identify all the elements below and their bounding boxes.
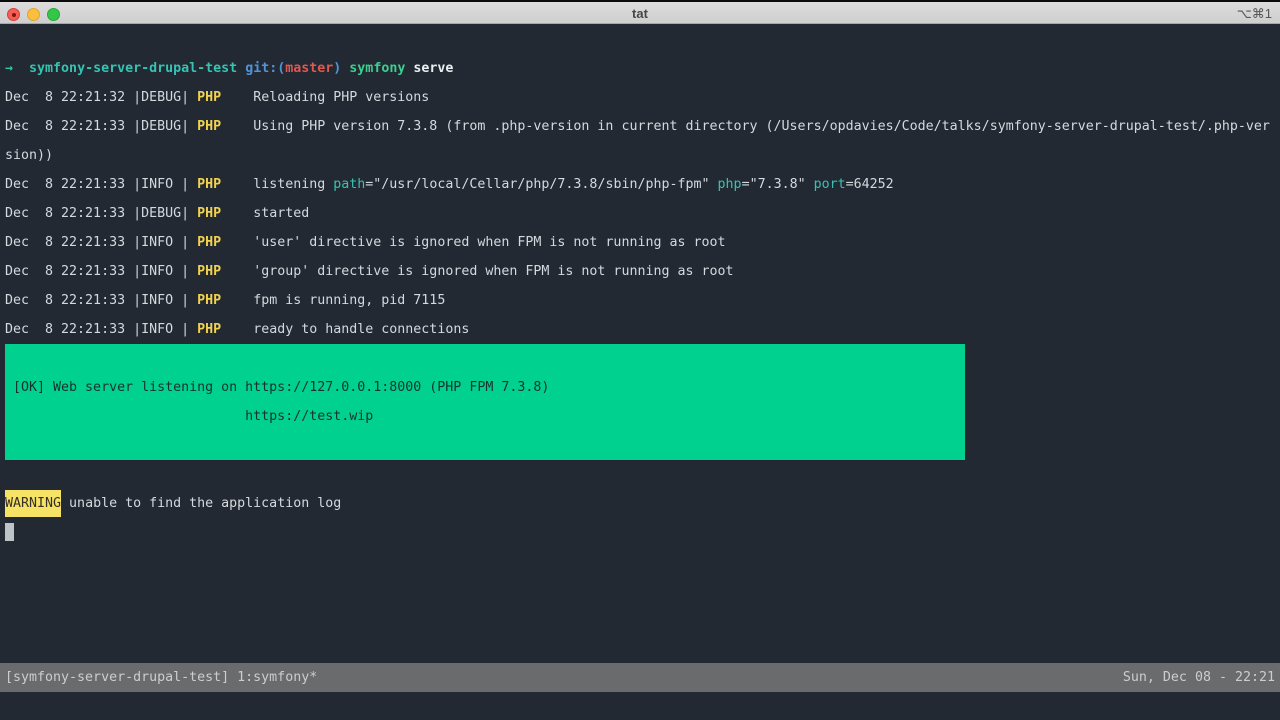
terminal-text-segment: 'user' directive is ignored when FPM is … [221,235,725,250]
tmux-status-bar: [symfony-server-drupal-test] 1:symfony* … [0,663,1280,692]
terminal-text-segment: Dec 8 22:21:33 |INFO | [5,177,197,192]
terminal-text-segment: symfony-server-drupal-test [29,61,237,76]
terminal-text-segment: PHP [197,293,221,308]
terminal-text-segment: Dec 8 22:21:33 |DEBUG| [5,119,197,134]
terminal-text-segment: Dec 8 22:21:33 |INFO | [5,235,197,250]
terminal-text-segment: PHP [197,264,221,279]
success-message-line [5,431,965,460]
terminal-text-segment: ready to handle connections [221,322,469,337]
terminal-line: Dec 8 22:21:33 |INFO | PHP listening pat… [5,170,1280,199]
terminal-line: Dec 8 22:21:33 |INFO | PHP ready to hand… [5,315,1280,344]
terminal-window: tat ⌥⌘1 → symfony-server-drupal-test git… [0,0,1280,720]
tmux-session-info: [symfony-server-drupal-test] 1:symfony* [0,663,317,692]
terminal-text-segment: Dec 8 22:21:33 |INFO | [5,322,197,337]
terminal-text-segment: PHP [197,177,221,192]
terminal-text-segment: ="7.3.8" [742,177,814,192]
terminal-text-segment: sion)) [5,148,53,163]
terminal-rows: → symfony-server-drupal-test git:(master… [5,54,1280,547]
terminal-text-segment: PHP [197,206,221,221]
terminal-line: Dec 8 22:21:33 |INFO | PHP 'user' direct… [5,228,1280,257]
terminal-text-segment: git:( [245,61,285,76]
terminal-line: → symfony-server-drupal-test git:(master… [5,54,1280,83]
terminal-text-segment: → [5,61,13,76]
terminal-text-segment: Dec 8 22:21:33 |INFO | [5,264,197,279]
terminal-text-segment: PHP [197,119,221,134]
warning-text: unable to find the application log [61,496,341,511]
terminal-text-segment: Dec 8 22:21:33 |INFO | [5,293,197,308]
success-message-line: [OK] Web server listening on https://127… [5,373,965,402]
terminal-line: Dec 8 22:21:32 |DEBUG| PHP Reloading PHP… [5,83,1280,112]
success-message-line [5,344,965,373]
terminal-text-segment: Dec 8 22:21:32 |DEBUG| [5,90,197,105]
terminal-text-segment: ="/usr/local/Cellar/php/7.3.8/sbin/php-f… [365,177,717,192]
terminal-cursor [5,523,14,541]
terminal-text-segment: started [221,206,309,221]
cursor-line [5,518,1280,547]
terminal-text-segment: PHP [197,235,221,250]
terminal-text-segment: PHP [197,90,221,105]
terminal-text-segment: fpm is running, pid 7115 [221,293,445,308]
terminal-text-segment [13,61,29,76]
terminal-text-segment: master [285,61,333,76]
success-message-box: [OK] Web server listening on https://127… [5,344,965,460]
warning-badge: WARNING [5,490,61,517]
terminal-text-segment: symfony [349,61,405,76]
terminal-line: sion)) [5,141,1280,170]
terminal-text-segment: Using PHP version 7.3.8 (from .php-versi… [221,119,1270,134]
terminal-text-segment: path [333,177,365,192]
blank-line [5,460,1280,489]
terminal-text-segment: 'group' directive is ignored when FPM is… [221,264,733,279]
terminal-text-segment: PHP [197,322,221,337]
terminal-line: Dec 8 22:21:33 |INFO | PHP fpm is runnin… [5,286,1280,315]
terminal-line: Dec 8 22:21:33 |DEBUG| PHP started [5,199,1280,228]
tmux-datetime: Sun, Dec 08 - 22:21 [1123,663,1280,692]
terminal-text-segment: =64252 [846,177,894,192]
window-title: tat [0,4,1280,24]
terminal-line: Dec 8 22:21:33 |INFO | PHP 'group' direc… [5,257,1280,286]
terminal-text-segment: php [718,177,742,192]
window-shortcut-hint: ⌥⌘1 [1237,4,1272,24]
terminal-screen[interactable]: → symfony-server-drupal-test git:(master… [0,24,1280,720]
terminal-line: Dec 8 22:21:33 |DEBUG| PHP Using PHP ver… [5,112,1280,141]
terminal-text-segment: serve [405,61,453,76]
success-message-line: https://test.wip [5,402,965,431]
titlebar: tat ⌥⌘1 [0,0,1280,24]
terminal-text-segment [237,61,245,76]
terminal-text-segment: Dec 8 22:21:33 |DEBUG| [5,206,197,221]
terminal-text-segment: listening [221,177,333,192]
terminal-text-segment: Reloading PHP versions [221,90,429,105]
warning-line: WARNING unable to find the application l… [5,489,1280,518]
terminal-text-segment: port [814,177,846,192]
